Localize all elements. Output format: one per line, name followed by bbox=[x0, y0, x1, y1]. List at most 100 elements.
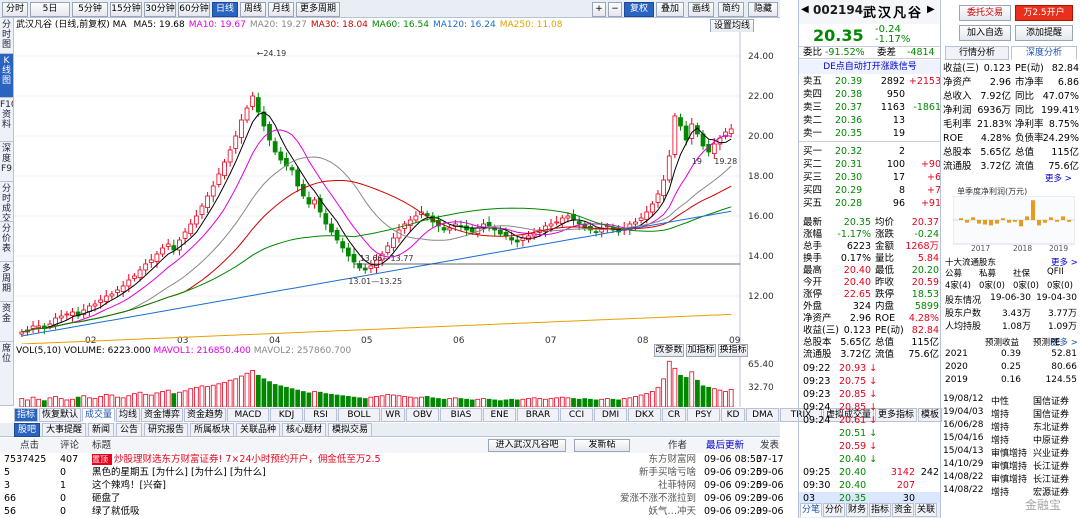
forum-row[interactable]: 3 1 这个辣鸡！[兴奋] 社菲特网 09-06 09:25 09-06 bbox=[0, 479, 784, 492]
period-60min-button[interactable]: 60分钟 bbox=[178, 2, 210, 17]
news-tab[interactable]: 股吧 bbox=[14, 423, 40, 437]
quote-tab[interactable]: 分价 bbox=[823, 503, 845, 517]
forum-title[interactable]: 黑色的星期五 [为什么] [为什么] [为什么] bbox=[92, 466, 560, 479]
indicator-tab[interactable]: OBV bbox=[406, 408, 439, 422]
volume-chart[interactable]: 65.40 32.70 bbox=[15, 357, 780, 407]
buy-level[interactable]: 买一 20.32 2 bbox=[799, 145, 941, 158]
switch-indicator-button[interactable]: 换指标 bbox=[718, 344, 748, 357]
rating-broker[interactable]: 长江证券 bbox=[1033, 472, 1079, 485]
zoom-in-icon[interactable]: + bbox=[592, 2, 606, 17]
add-alert-button[interactable]: 添加提醒 bbox=[1015, 25, 1073, 41]
indicator-tab[interactable]: RSI bbox=[304, 408, 337, 422]
indicator-tab[interactable]: BRAR bbox=[517, 408, 559, 422]
period-daily-button[interactable]: 日线 bbox=[212, 2, 238, 17]
sidebar-item-funds[interactable]: 资金 bbox=[0, 302, 14, 342]
news-tab[interactable]: 大事提醒 bbox=[42, 423, 86, 437]
indicator-tab[interactable]: BOLL bbox=[338, 408, 380, 422]
enter-bar-button[interactable]: 进入武汉凡谷吧 bbox=[488, 439, 566, 452]
quote-tab[interactable]: 资金 bbox=[892, 503, 914, 517]
forum-author[interactable]: 爱涨不涨不涨拉到 bbox=[604, 492, 696, 505]
news-tab[interactable]: 关联品种 bbox=[236, 423, 280, 437]
rating-broker[interactable]: 东北证券 bbox=[1033, 420, 1079, 433]
indicator-tab[interactable]: 资金趋势 bbox=[184, 408, 226, 422]
period-monthly-button[interactable]: 月线 bbox=[268, 2, 294, 17]
quote-tab[interactable]: 财务 bbox=[846, 503, 868, 517]
quote-tab[interactable]: 指标 bbox=[869, 503, 891, 517]
period-weekly-button[interactable]: 周线 bbox=[240, 2, 266, 17]
period-5min-button[interactable]: 5分钟 bbox=[72, 2, 108, 17]
forum-row[interactable]: 56 0 绿了就低吸 妖气…冲天 09-06 09:23 09-06 bbox=[0, 505, 784, 518]
kline-chart[interactable]: 24.0022.0020.0018.0016.0014.0012.0002 03 0… bbox=[15, 32, 780, 344]
rating-broker[interactable]: 兴业证券 bbox=[1033, 446, 1079, 459]
indicator-tab[interactable]: DMI bbox=[594, 408, 627, 422]
tab-deep-analysis[interactable]: 深度分析 bbox=[1011, 46, 1077, 60]
forum-row[interactable]: 7537425 407 置顶 炒股理财选东方财富证券! 7×24小时预约开户，佣金低至… bbox=[0, 453, 784, 466]
indicator-tab[interactable]: PSY bbox=[687, 408, 720, 422]
forum-author[interactable]: 妖气…冲天 bbox=[604, 505, 696, 518]
indicator-tab[interactable]: 恢复默认 bbox=[39, 408, 81, 422]
prev-stock-icon[interactable]: ◀ bbox=[801, 4, 809, 15]
signal-banner[interactable]: DE点自动打开涨跌信号 bbox=[799, 60, 941, 74]
hide-button[interactable]: 隐藏 bbox=[748, 2, 778, 17]
rating-broker[interactable]: 长江证券 bbox=[1033, 459, 1079, 472]
indicator-tab[interactable]: DMA bbox=[746, 408, 779, 422]
buy-level[interactable]: 买三 20.30 17 +6 bbox=[799, 171, 941, 184]
sell-level[interactable]: 卖四 20.38 950 bbox=[799, 88, 941, 101]
forum-title[interactable]: 砸盘了 bbox=[92, 492, 560, 505]
indicator-tab[interactable]: KDJ bbox=[270, 408, 303, 422]
buy-level[interactable]: 买四 20.29 8 +7 bbox=[799, 184, 941, 197]
tab-market-analysis[interactable]: 行情分析 bbox=[945, 46, 1009, 60]
draw-line-button[interactable]: 画线 bbox=[688, 2, 714, 17]
news-tab[interactable]: 公告 bbox=[116, 423, 142, 437]
forum-title[interactable]: 绿了就低吸 bbox=[92, 505, 560, 518]
overlay-button[interactable]: 叠加 bbox=[656, 2, 684, 17]
period-15min-button[interactable]: 15分钟 bbox=[110, 2, 142, 17]
period-more-button[interactable]: 更多周期 bbox=[296, 2, 340, 17]
simple-button[interactable]: 简约 bbox=[718, 2, 744, 17]
col-updated[interactable]: 最后更新 bbox=[706, 438, 752, 453]
forum-row[interactable]: 66 0 砸盘了 爱涨不涨不涨拉到 09-06 09:23 09-06 bbox=[0, 492, 784, 505]
quote-tab[interactable]: 关联 bbox=[915, 503, 937, 517]
sidebar-item-seats[interactable]: 席位 bbox=[0, 342, 14, 406]
sidebar-item-intraday[interactable]: 分时图 bbox=[0, 18, 14, 54]
indicator-tab[interactable]: DKX bbox=[628, 408, 661, 422]
buy-level[interactable]: 买二 20.31 100 +90 bbox=[799, 158, 941, 171]
add-watchlist-button[interactable]: 加入自选 bbox=[959, 25, 1011, 41]
forum-title[interactable]: 炒股理财选东方财富证券! 7×24小时预约开户，佣金低至万2.5 bbox=[114, 453, 560, 466]
chart-more-link[interactable]: 更多 > bbox=[1045, 172, 1072, 184]
rating-broker[interactable]: 中原证券 bbox=[1033, 433, 1079, 446]
sidebar-item-ticks[interactable]: 分时成交 bbox=[0, 182, 14, 222]
new-post-button[interactable]: 发新帖 bbox=[574, 439, 630, 452]
sidebar-item-multi-period[interactable]: 多周期 bbox=[0, 262, 14, 302]
indicator-tab[interactable]: ENE bbox=[483, 408, 516, 422]
sidebar-item-price-table[interactable]: 分价表 bbox=[0, 222, 14, 262]
indicator-tab[interactable]: CR bbox=[662, 408, 686, 422]
indicator-tab[interactable]: MACD bbox=[227, 408, 269, 422]
sell-level[interactable]: 卖一 20.35 19 bbox=[799, 127, 941, 140]
forum-author[interactable]: 新手买啥亏啥 bbox=[604, 466, 696, 479]
indicator-tab[interactable]: 指标 bbox=[14, 408, 38, 422]
indicator-tab[interactable]: WR bbox=[381, 408, 405, 422]
news-tab[interactable]: 研究报告 bbox=[144, 423, 188, 437]
news-tab[interactable]: 核心题材 bbox=[282, 423, 326, 437]
indicator-tab[interactable]: 资金博弈 bbox=[141, 408, 183, 422]
next-stock-icon[interactable]: ▶ bbox=[927, 4, 935, 15]
forum-title[interactable]: 这个辣鸡！[兴奋] bbox=[92, 479, 560, 492]
forum-author[interactable]: 东方财富网 bbox=[604, 453, 696, 466]
rating-broker[interactable]: 国信证券 bbox=[1033, 394, 1079, 407]
news-tab[interactable]: 新闻 bbox=[88, 423, 114, 437]
period-30min-button[interactable]: 30分钟 bbox=[144, 2, 176, 17]
sidebar-item-f10[interactable]: F10资料 bbox=[0, 98, 14, 142]
indicator-tab[interactable]: BIAS bbox=[440, 408, 482, 422]
indicator-tab[interactable]: 成交量 bbox=[82, 408, 115, 422]
add-indicator-button[interactable]: 加指标 bbox=[686, 344, 716, 357]
period-5day-button[interactable]: 5日 bbox=[30, 2, 70, 17]
period-intraday-button[interactable]: 分时 bbox=[2, 2, 28, 17]
sell-level[interactable]: 卖二 20.36 13 bbox=[799, 114, 941, 127]
open-account-button[interactable]: 万2.5开户 bbox=[1015, 5, 1073, 21]
news-tab[interactable]: 模拟交易 bbox=[328, 423, 372, 437]
indicator-tab[interactable]: KD bbox=[721, 408, 745, 422]
adjust-button[interactable]: 复权 bbox=[624, 2, 654, 17]
sidebar-item-kline[interactable]: K线图 bbox=[0, 54, 14, 98]
quote-tab[interactable]: 分笔 bbox=[800, 503, 822, 517]
